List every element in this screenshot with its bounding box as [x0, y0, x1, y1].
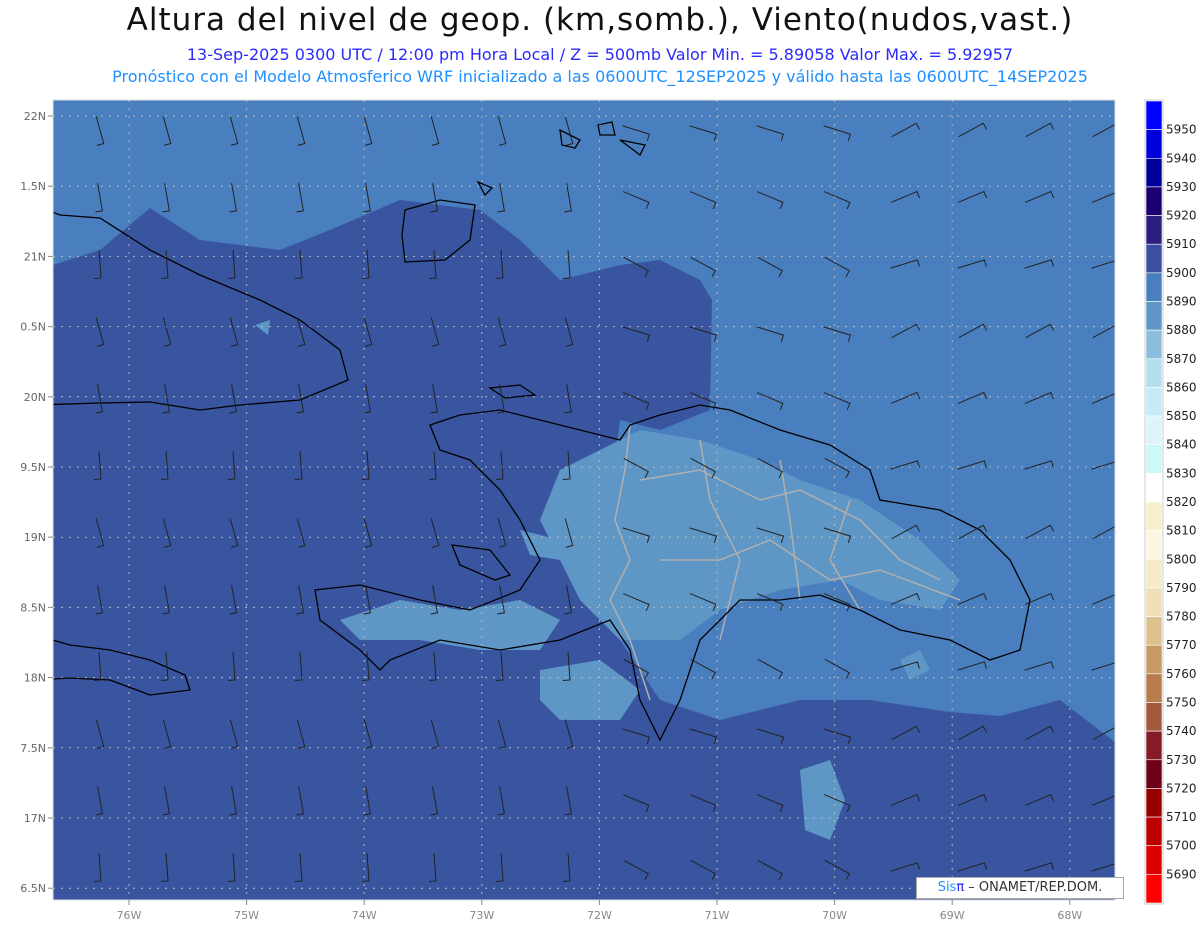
lat-label: 20N	[24, 391, 46, 404]
lat-label: 21N	[24, 250, 46, 263]
colorbar-swatch	[1145, 702, 1163, 732]
lat-label: 0.5N	[20, 321, 46, 334]
colorbar-swatch	[1145, 358, 1163, 388]
colorbar-swatch	[1145, 673, 1163, 703]
colorbar-swatch	[1145, 473, 1163, 503]
map-area	[53, 100, 1115, 900]
lat-label: 18N	[24, 672, 46, 685]
map-figure: 22N 1.5N 21N 0.5N 20N 9.5N 19N 8.5N 18N 7.5N 17N 6.…	[20, 99, 1197, 922]
colorbar-label: 5790	[1166, 581, 1197, 595]
lon-label: 76W	[117, 909, 142, 922]
map-subtitle-time: 13-Sep-2025 0300 UTC / 12:00 pm Hora Loc…	[186, 45, 1014, 64]
colorbar-swatch	[1145, 415, 1163, 446]
colorbar-label: 5690	[1166, 867, 1197, 881]
lon-label: 68W	[1057, 909, 1082, 922]
colorbar-label: 5730	[1166, 753, 1197, 767]
colorbar-swatch	[1145, 100, 1163, 130]
colorbar-label: 5800	[1166, 552, 1197, 566]
colorbar-swatch	[1145, 272, 1163, 302]
lon-label: 74W	[352, 909, 377, 922]
colorbar-swatch	[1145, 845, 1163, 875]
colorbar-label: 5700	[1166, 839, 1197, 853]
lon-label: 71W	[705, 909, 730, 922]
colorbar-swatch	[1145, 644, 1163, 675]
colorbar-label: 5930	[1166, 180, 1197, 194]
sispi-logo-pi: π	[956, 880, 965, 895]
lat-label: 22N	[24, 110, 46, 123]
colorbar-swatch	[1145, 616, 1163, 646]
colorbar-label: 5950	[1166, 123, 1197, 137]
colorbar-swatch	[1145, 215, 1163, 245]
colorbar-label: 5720	[1166, 781, 1197, 795]
colorbar-swatch	[1145, 301, 1163, 331]
colorbar-label: 5710	[1166, 810, 1197, 824]
colorbar-swatch	[1145, 730, 1163, 761]
longitude-labels: 76W 75W 74W 73W 72W 71W 70W 69W 68W	[117, 900, 1082, 922]
lat-label: 9.5N	[20, 461, 46, 474]
lon-label: 69W	[940, 909, 965, 922]
lat-label: 6.5N	[20, 882, 46, 895]
colorbar-label: 5860	[1166, 380, 1197, 394]
colorbar-label: 5740	[1166, 724, 1197, 738]
colorbar-swatch	[1145, 501, 1163, 531]
colorbar-label: 5810	[1166, 524, 1197, 538]
colorbar-label: 5820	[1166, 495, 1197, 509]
lon-label: 72W	[587, 909, 612, 922]
colorbar-label: 5910	[1166, 237, 1197, 251]
colorbar-label: 5750	[1166, 696, 1197, 710]
colorbar-swatch	[1145, 587, 1163, 617]
colorbar-label: 5920	[1166, 209, 1197, 223]
colorbar-label: 5870	[1166, 352, 1197, 366]
colorbar-label: 5850	[1166, 409, 1197, 423]
colorbar-swatch	[1145, 243, 1163, 274]
latitude-labels: 22N 1.5N 21N 0.5N 20N 9.5N 19N 8.5N 18N 7.5N 17N 6.…	[20, 110, 53, 895]
colorbar-label: 5940	[1166, 151, 1197, 165]
colorbar-label: 5780	[1166, 610, 1197, 624]
lon-label: 73W	[469, 909, 494, 922]
colorbar-swatch	[1145, 186, 1163, 216]
colorbar-swatch	[1145, 444, 1163, 474]
colorbar-label: 5880	[1166, 323, 1197, 337]
colorbar-label: 5830	[1166, 466, 1197, 480]
sispi-logo-sis: Sis	[937, 880, 957, 895]
colorbar-label: 5760	[1166, 667, 1197, 681]
colorbar: 5950 5940 5930 5920 5910 5900 5890 5880 5870 5860…	[1144, 99, 1197, 905]
colorbar-swatch	[1145, 558, 1163, 589]
lon-label: 70W	[822, 909, 847, 922]
colorbar-label: 5770	[1166, 638, 1197, 652]
colorbar-swatch	[1145, 816, 1163, 847]
colorbar-swatch	[1145, 157, 1163, 188]
colorbar-swatch	[1145, 874, 1163, 904]
lat-label: 17N	[24, 812, 46, 825]
colorbar-swatch	[1145, 788, 1163, 818]
credit-box: Sisπ – ONAMET/REP.DOM.	[916, 877, 1124, 899]
credit-text: – ONAMET/REP.DOM.	[964, 880, 1103, 895]
colorbar-swatch	[1145, 387, 1163, 417]
lat-label: 7.5N	[20, 742, 46, 755]
map-title: Altura del nivel de geop. (km,somb.), Vi…	[126, 2, 1074, 38]
colorbar-swatch	[1145, 759, 1163, 789]
colorbar-label: 5900	[1166, 266, 1197, 280]
lat-label: 19N	[24, 531, 46, 544]
colorbar-swatch	[1145, 129, 1163, 159]
lat-label: 1.5N	[20, 180, 46, 193]
colorbar-swatch	[1145, 329, 1163, 360]
colorbar-label: 5890	[1166, 295, 1197, 309]
colorbar-swatch	[1145, 530, 1163, 560]
colorbar-label: 5840	[1166, 438, 1197, 452]
lon-label: 75W	[234, 909, 259, 922]
map-subtitle-model: Pronóstico con el Modelo Atmosferico WRF…	[112, 67, 1088, 86]
lat-label: 8.5N	[20, 601, 46, 614]
